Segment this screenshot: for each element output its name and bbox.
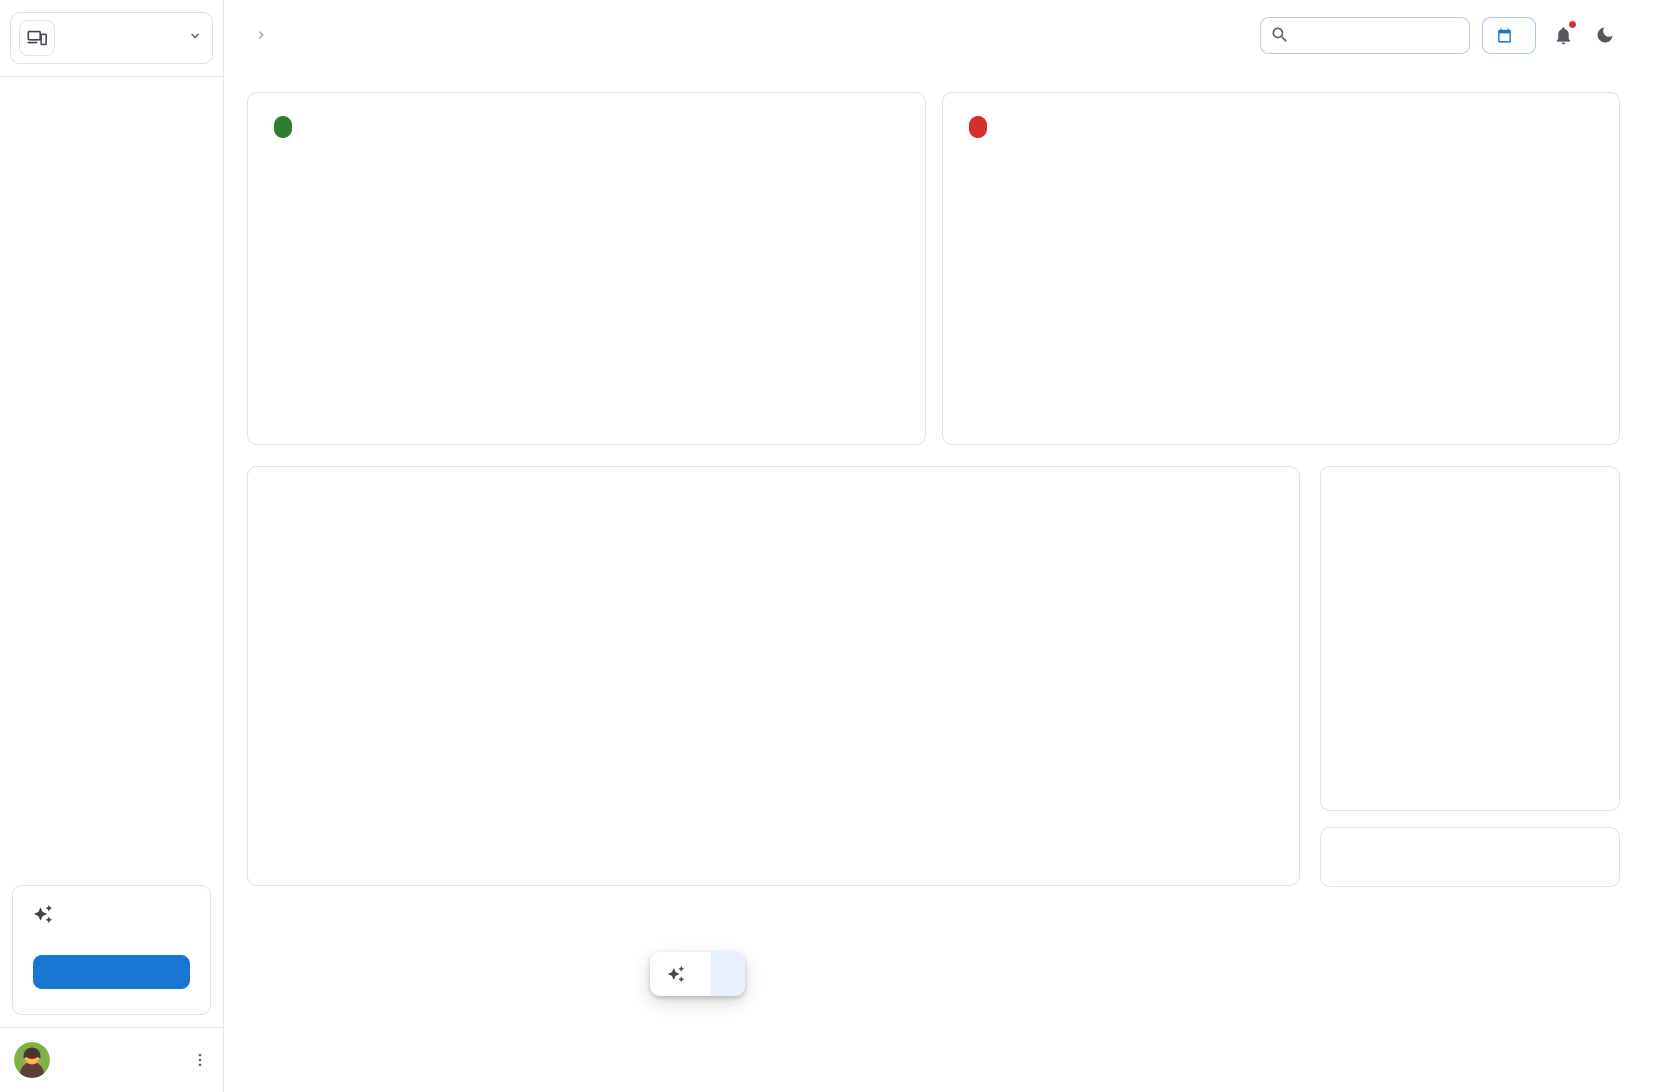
sidebar-nav [0,77,223,87]
search-icon [1270,25,1290,50]
material-design-2-button[interactable] [711,952,745,996]
sidebar-secondary-nav [0,863,223,873]
custom-theme-button[interactable] [650,952,711,996]
avatar [14,1042,50,1078]
user-menu-button[interactable] [191,1051,209,1069]
theme-switcher [650,952,745,996]
charts-row [247,92,1620,445]
get-discount-button[interactable] [33,955,190,989]
devices-icon [19,20,55,56]
user-profile [0,1027,223,1092]
sparkle-icon [33,911,53,928]
dark-mode-toggle[interactable] [1590,20,1620,50]
plan-expire-card [12,885,211,1015]
breadcrumb [247,27,275,43]
chevron-down-icon [186,27,204,50]
topbar [247,16,1620,54]
calendar-icon [1496,27,1513,44]
sparkle-icon [667,965,685,983]
details-table [247,466,1300,886]
date-picker-button[interactable] [1482,17,1536,54]
product-tree-title [1321,481,1619,491]
workspace-select[interactable] [10,12,213,64]
product-tree-card [1320,466,1620,811]
main-content [224,0,1680,1092]
pageviews-card [942,92,1621,445]
sessions-change-badge [274,116,292,138]
notification-badge [1569,21,1576,28]
pageviews-change-badge [969,116,987,138]
sidebar [0,0,224,1092]
search-input[interactable] [1260,17,1470,54]
breadcrumb-separator-icon [253,27,269,43]
moon-icon [1595,25,1615,45]
next-card-partial [1320,827,1620,887]
search-box [1260,17,1470,54]
sessions-card [247,92,926,445]
details-row [247,466,1620,887]
notifications-button[interactable] [1548,20,1578,50]
